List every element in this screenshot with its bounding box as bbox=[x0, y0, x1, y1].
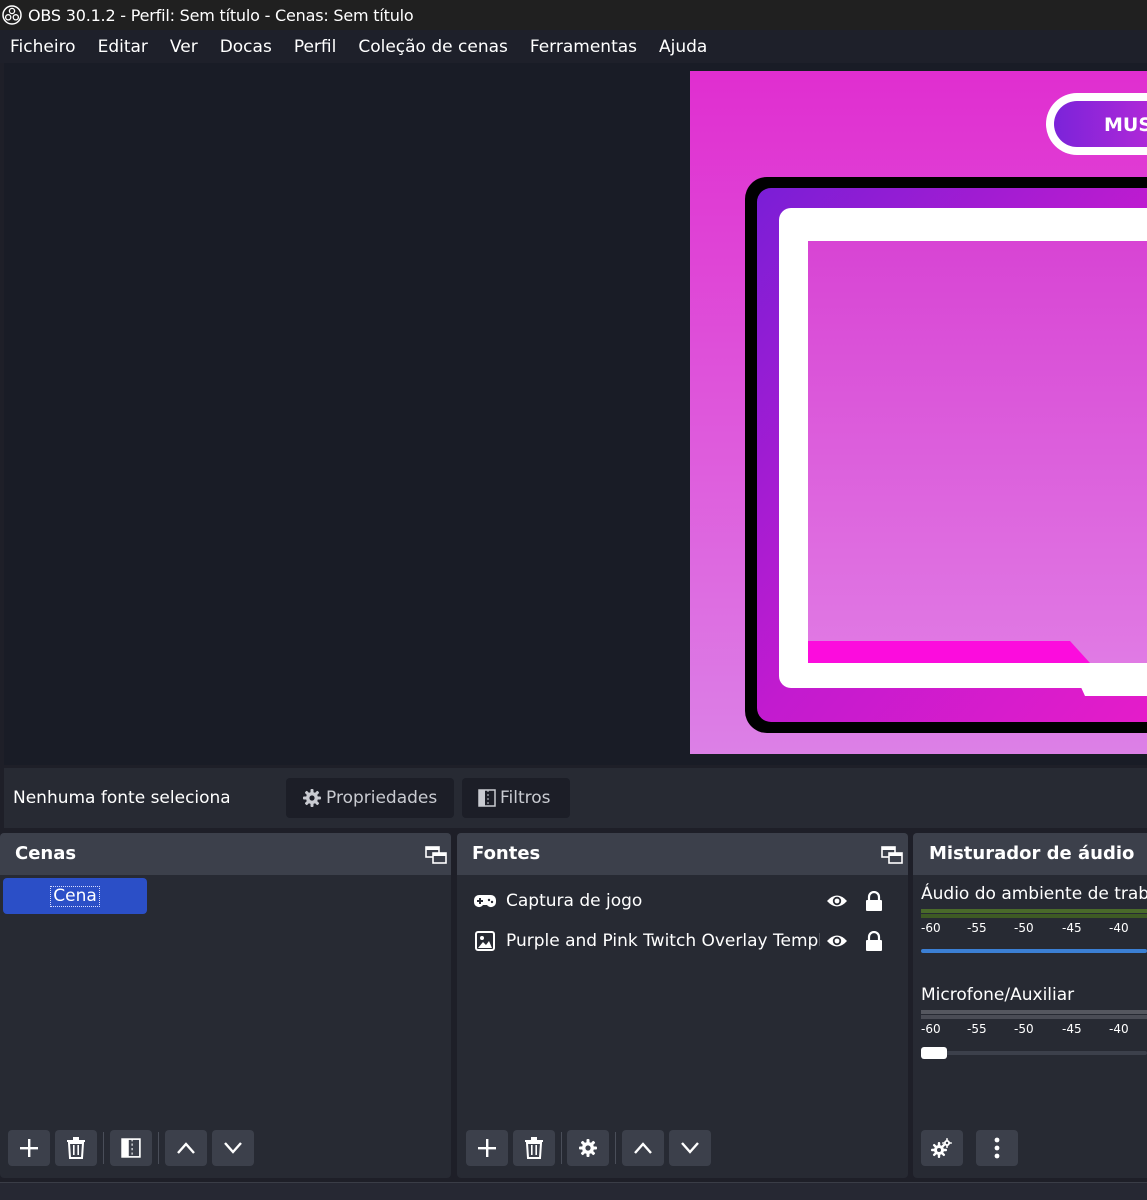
audio-mixer-dock: Misturador de áudio Áudio do ambiente de… bbox=[913, 833, 1147, 1178]
volume-slider[interactable] bbox=[921, 949, 1147, 953]
preview-canvas[interactable]: MUS bbox=[690, 71, 1147, 754]
scenes-dock: Cenas Cena bbox=[0, 833, 451, 1178]
move-scene-up-button[interactable] bbox=[165, 1130, 207, 1166]
tick-label: -55 bbox=[967, 1022, 987, 1036]
mixer-channel-label: Áudio do ambiente de trabalho bbox=[921, 884, 1147, 904]
chevron-down-icon bbox=[681, 1142, 699, 1154]
scenes-dock-header: Cenas bbox=[0, 833, 451, 875]
trash-icon bbox=[525, 1137, 543, 1159]
menu-colecao-de-cenas[interactable]: Coleção de cenas bbox=[358, 37, 508, 57]
volume-slider-handle[interactable] bbox=[921, 1047, 947, 1059]
properties-button[interactable]: Propriedades bbox=[286, 778, 454, 818]
window-title: OBS 30.1.2 - Perfil: Sem título - Cenas:… bbox=[28, 5, 414, 25]
gears-icon bbox=[931, 1138, 952, 1158]
chevron-up-icon bbox=[634, 1142, 652, 1154]
properties-label: Propriedades bbox=[326, 788, 438, 808]
scene-item-label: Cena bbox=[50, 885, 100, 907]
volume-meter bbox=[921, 909, 1147, 913]
source-item[interactable]: Captura de jogo bbox=[457, 881, 907, 921]
chevron-up-icon bbox=[177, 1142, 195, 1154]
sources-toolbar bbox=[457, 1118, 908, 1178]
audio-mixer-dock-header: Misturador de áudio bbox=[913, 833, 1147, 875]
filters-button[interactable]: Filtros bbox=[462, 778, 570, 818]
add-source-button[interactable] bbox=[466, 1130, 508, 1166]
scene-item[interactable]: Cena bbox=[3, 878, 147, 914]
tick-label: -60 bbox=[921, 921, 941, 935]
lock-icon[interactable] bbox=[865, 891, 883, 911]
menu-bar: Ficheiro Editar Ver Docas Perfil Coleção… bbox=[0, 30, 1147, 63]
source-item[interactable]: Purple and Pink Twitch Overlay Template bbox=[457, 921, 907, 961]
menu-perfil[interactable]: Perfil bbox=[294, 37, 337, 57]
filter-icon bbox=[121, 1138, 141, 1158]
remove-source-button[interactable] bbox=[513, 1130, 555, 1166]
move-scene-down-button[interactable] bbox=[212, 1130, 254, 1166]
eye-icon[interactable] bbox=[826, 893, 848, 909]
source-properties-button[interactable] bbox=[567, 1130, 609, 1166]
move-source-up-button[interactable] bbox=[622, 1130, 664, 1166]
add-scene-button[interactable] bbox=[8, 1130, 50, 1166]
toolbar-separator bbox=[561, 1132, 562, 1164]
volume-slider[interactable] bbox=[921, 1051, 1147, 1055]
tick-label: -40 bbox=[1109, 1022, 1129, 1036]
tick-label: -50 bbox=[1014, 921, 1034, 935]
chevron-down-icon bbox=[224, 1142, 242, 1154]
no-source-label: Nenhuma fonte selecionada bbox=[13, 788, 229, 808]
menu-ver[interactable]: Ver bbox=[170, 37, 198, 57]
sources-dock: Fontes Captura de jogo Purple and Pink T… bbox=[457, 833, 908, 1178]
plus-icon bbox=[478, 1139, 496, 1157]
tick-label: -50 bbox=[1014, 1022, 1034, 1036]
mixer-toolbar bbox=[913, 1118, 1147, 1178]
menu-ficheiro[interactable]: Ficheiro bbox=[10, 37, 76, 57]
sources-dock-header: Fontes bbox=[457, 833, 908, 875]
overlay-text: MUS bbox=[1104, 114, 1147, 136]
move-source-down-button[interactable] bbox=[669, 1130, 711, 1166]
tick-label: -60 bbox=[921, 1022, 941, 1036]
mixer-menu-button[interactable] bbox=[976, 1130, 1018, 1166]
advanced-audio-button[interactable] bbox=[921, 1130, 963, 1166]
obs-logo-icon bbox=[2, 5, 22, 25]
toolbar-separator bbox=[103, 1132, 104, 1164]
status-bar bbox=[0, 1182, 1147, 1200]
filters-label: Filtros bbox=[500, 788, 551, 808]
tick-label: -40 bbox=[1109, 921, 1129, 935]
undock-icon[interactable] bbox=[424, 843, 448, 867]
undock-icon[interactable] bbox=[880, 843, 904, 867]
menu-ferramentas[interactable]: Ferramentas bbox=[530, 37, 637, 57]
menu-editar[interactable]: Editar bbox=[98, 37, 148, 57]
tick-label: -45 bbox=[1062, 921, 1082, 935]
meter-ticks: -60 -55 -50 -45 -40 bbox=[921, 1018, 1147, 1036]
gear-icon bbox=[579, 1139, 597, 1157]
meter-ticks: -60 -55 -50 -45 -40 bbox=[921, 917, 1147, 935]
overlay-image: MUS bbox=[690, 71, 1147, 754]
tick-label: -55 bbox=[967, 921, 987, 935]
scenes-toolbar bbox=[0, 1118, 451, 1178]
preview-area[interactable]: MUS bbox=[4, 63, 1147, 765]
gear-icon bbox=[302, 788, 322, 808]
menu-docas[interactable]: Docas bbox=[220, 37, 272, 57]
image-icon bbox=[473, 929, 497, 953]
volume-meter bbox=[921, 1010, 1147, 1014]
plus-icon bbox=[20, 1139, 38, 1157]
eye-icon[interactable] bbox=[826, 933, 848, 949]
gamepad-icon bbox=[473, 889, 497, 913]
toolbar-separator bbox=[615, 1132, 616, 1164]
filter-icon bbox=[478, 789, 496, 807]
more-vertical-icon bbox=[994, 1137, 1000, 1159]
source-label: Purple and Pink Twitch Overlay Template bbox=[506, 931, 820, 951]
audio-mixer-title: Misturador de áudio bbox=[929, 843, 1135, 864]
lock-icon[interactable] bbox=[865, 931, 883, 951]
title-bar: OBS 30.1.2 - Perfil: Sem título - Cenas:… bbox=[0, 0, 1147, 30]
menu-ajuda[interactable]: Ajuda bbox=[659, 37, 707, 57]
context-bar: Nenhuma fonte selecionada Propriedades F… bbox=[4, 768, 1147, 828]
sources-title: Fontes bbox=[472, 843, 541, 864]
trash-icon bbox=[67, 1137, 85, 1159]
tick-label: -45 bbox=[1062, 1022, 1082, 1036]
remove-scene-button[interactable] bbox=[55, 1130, 97, 1166]
scenes-title: Cenas bbox=[15, 843, 77, 864]
mixer-channel-label: Microfone/Auxiliar bbox=[921, 985, 1075, 1005]
source-label: Captura de jogo bbox=[506, 891, 643, 911]
toolbar-separator bbox=[158, 1132, 159, 1164]
scene-filters-button[interactable] bbox=[110, 1130, 152, 1166]
